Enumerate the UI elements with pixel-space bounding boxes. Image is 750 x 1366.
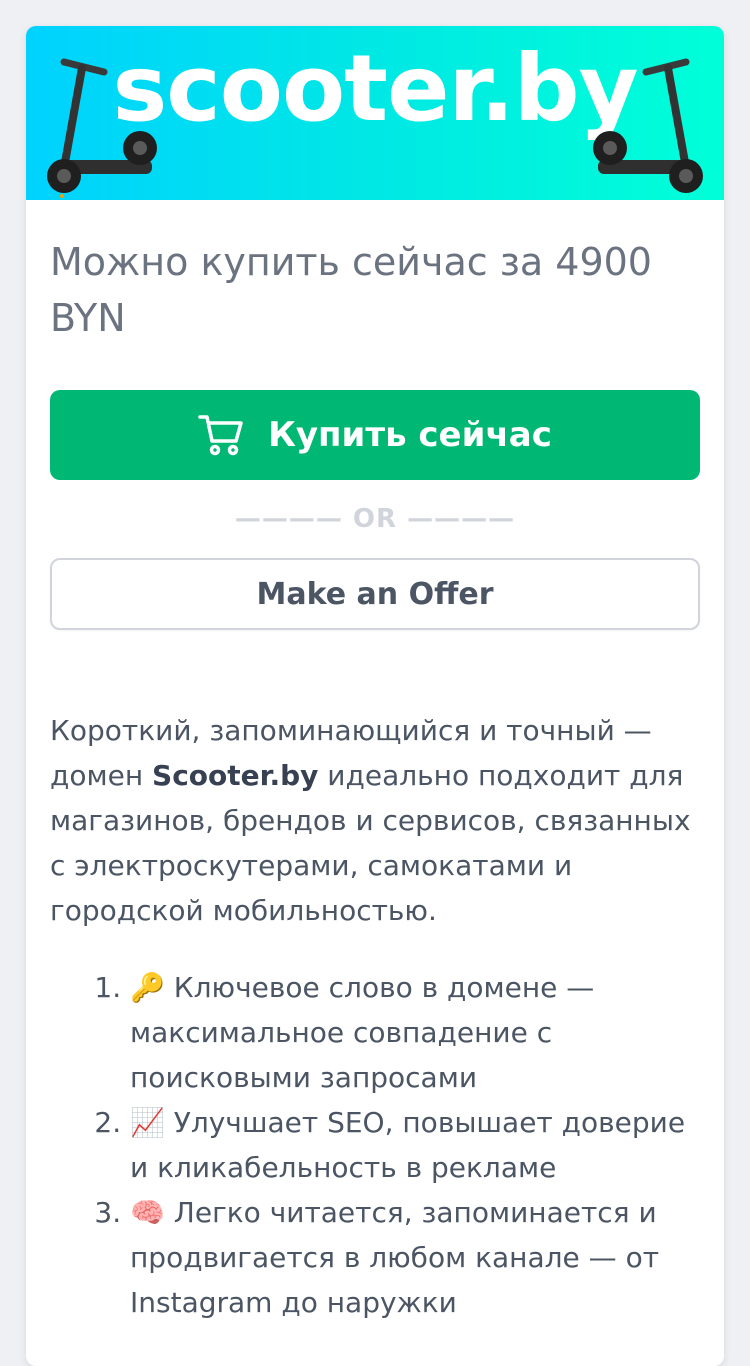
- cart-icon: [198, 415, 243, 456]
- price-heading: Можно купить сейчас за 4900 BYN: [50, 240, 652, 340]
- domain-name: Scooter.by: [152, 759, 319, 792]
- feature-list: 🔑 Ключевое слово в домене — максимальное…: [50, 965, 700, 1325]
- domain-sale-card: scooter.by Можно купить сейчас за 4900 B…: [26, 26, 724, 1366]
- brain-emoji-icon: 🧠: [130, 1196, 165, 1229]
- card-content: Можно купить сейчас за 4900 BYN Купить с…: [26, 200, 724, 1325]
- feature-text: Улучшает SEO, повышает доверие и кликабе…: [130, 1106, 686, 1184]
- key-emoji-icon: 🔑: [130, 971, 165, 1004]
- feature-item: 📈 Улучшает SEO, повышает доверие и клика…: [130, 1100, 700, 1190]
- scooter-image: [593, 58, 703, 193]
- feature-text: Ключевое слово в домене — максимальное с…: [130, 971, 595, 1094]
- feature-item: 🧠 Легко читается, запоминается и продвиг…: [130, 1190, 700, 1325]
- chart-emoji-icon: 📈: [130, 1106, 165, 1139]
- buy-now-button[interactable]: Купить сейчас: [50, 390, 700, 480]
- brand-banner: scooter.by: [26, 26, 724, 200]
- or-separator: ———— OR ————: [234, 504, 516, 534]
- make-offer-button[interactable]: Make an Offer: [50, 558, 700, 630]
- domain-description: Короткий, запоминающийся и точный — доме…: [50, 708, 700, 933]
- buy-now-label: Купить сейчас: [268, 415, 552, 455]
- feature-text: Легко читается, запоминается и продвигае…: [130, 1196, 660, 1319]
- feature-item: 🔑 Ключевое слово в домене — максимальное…: [130, 965, 700, 1100]
